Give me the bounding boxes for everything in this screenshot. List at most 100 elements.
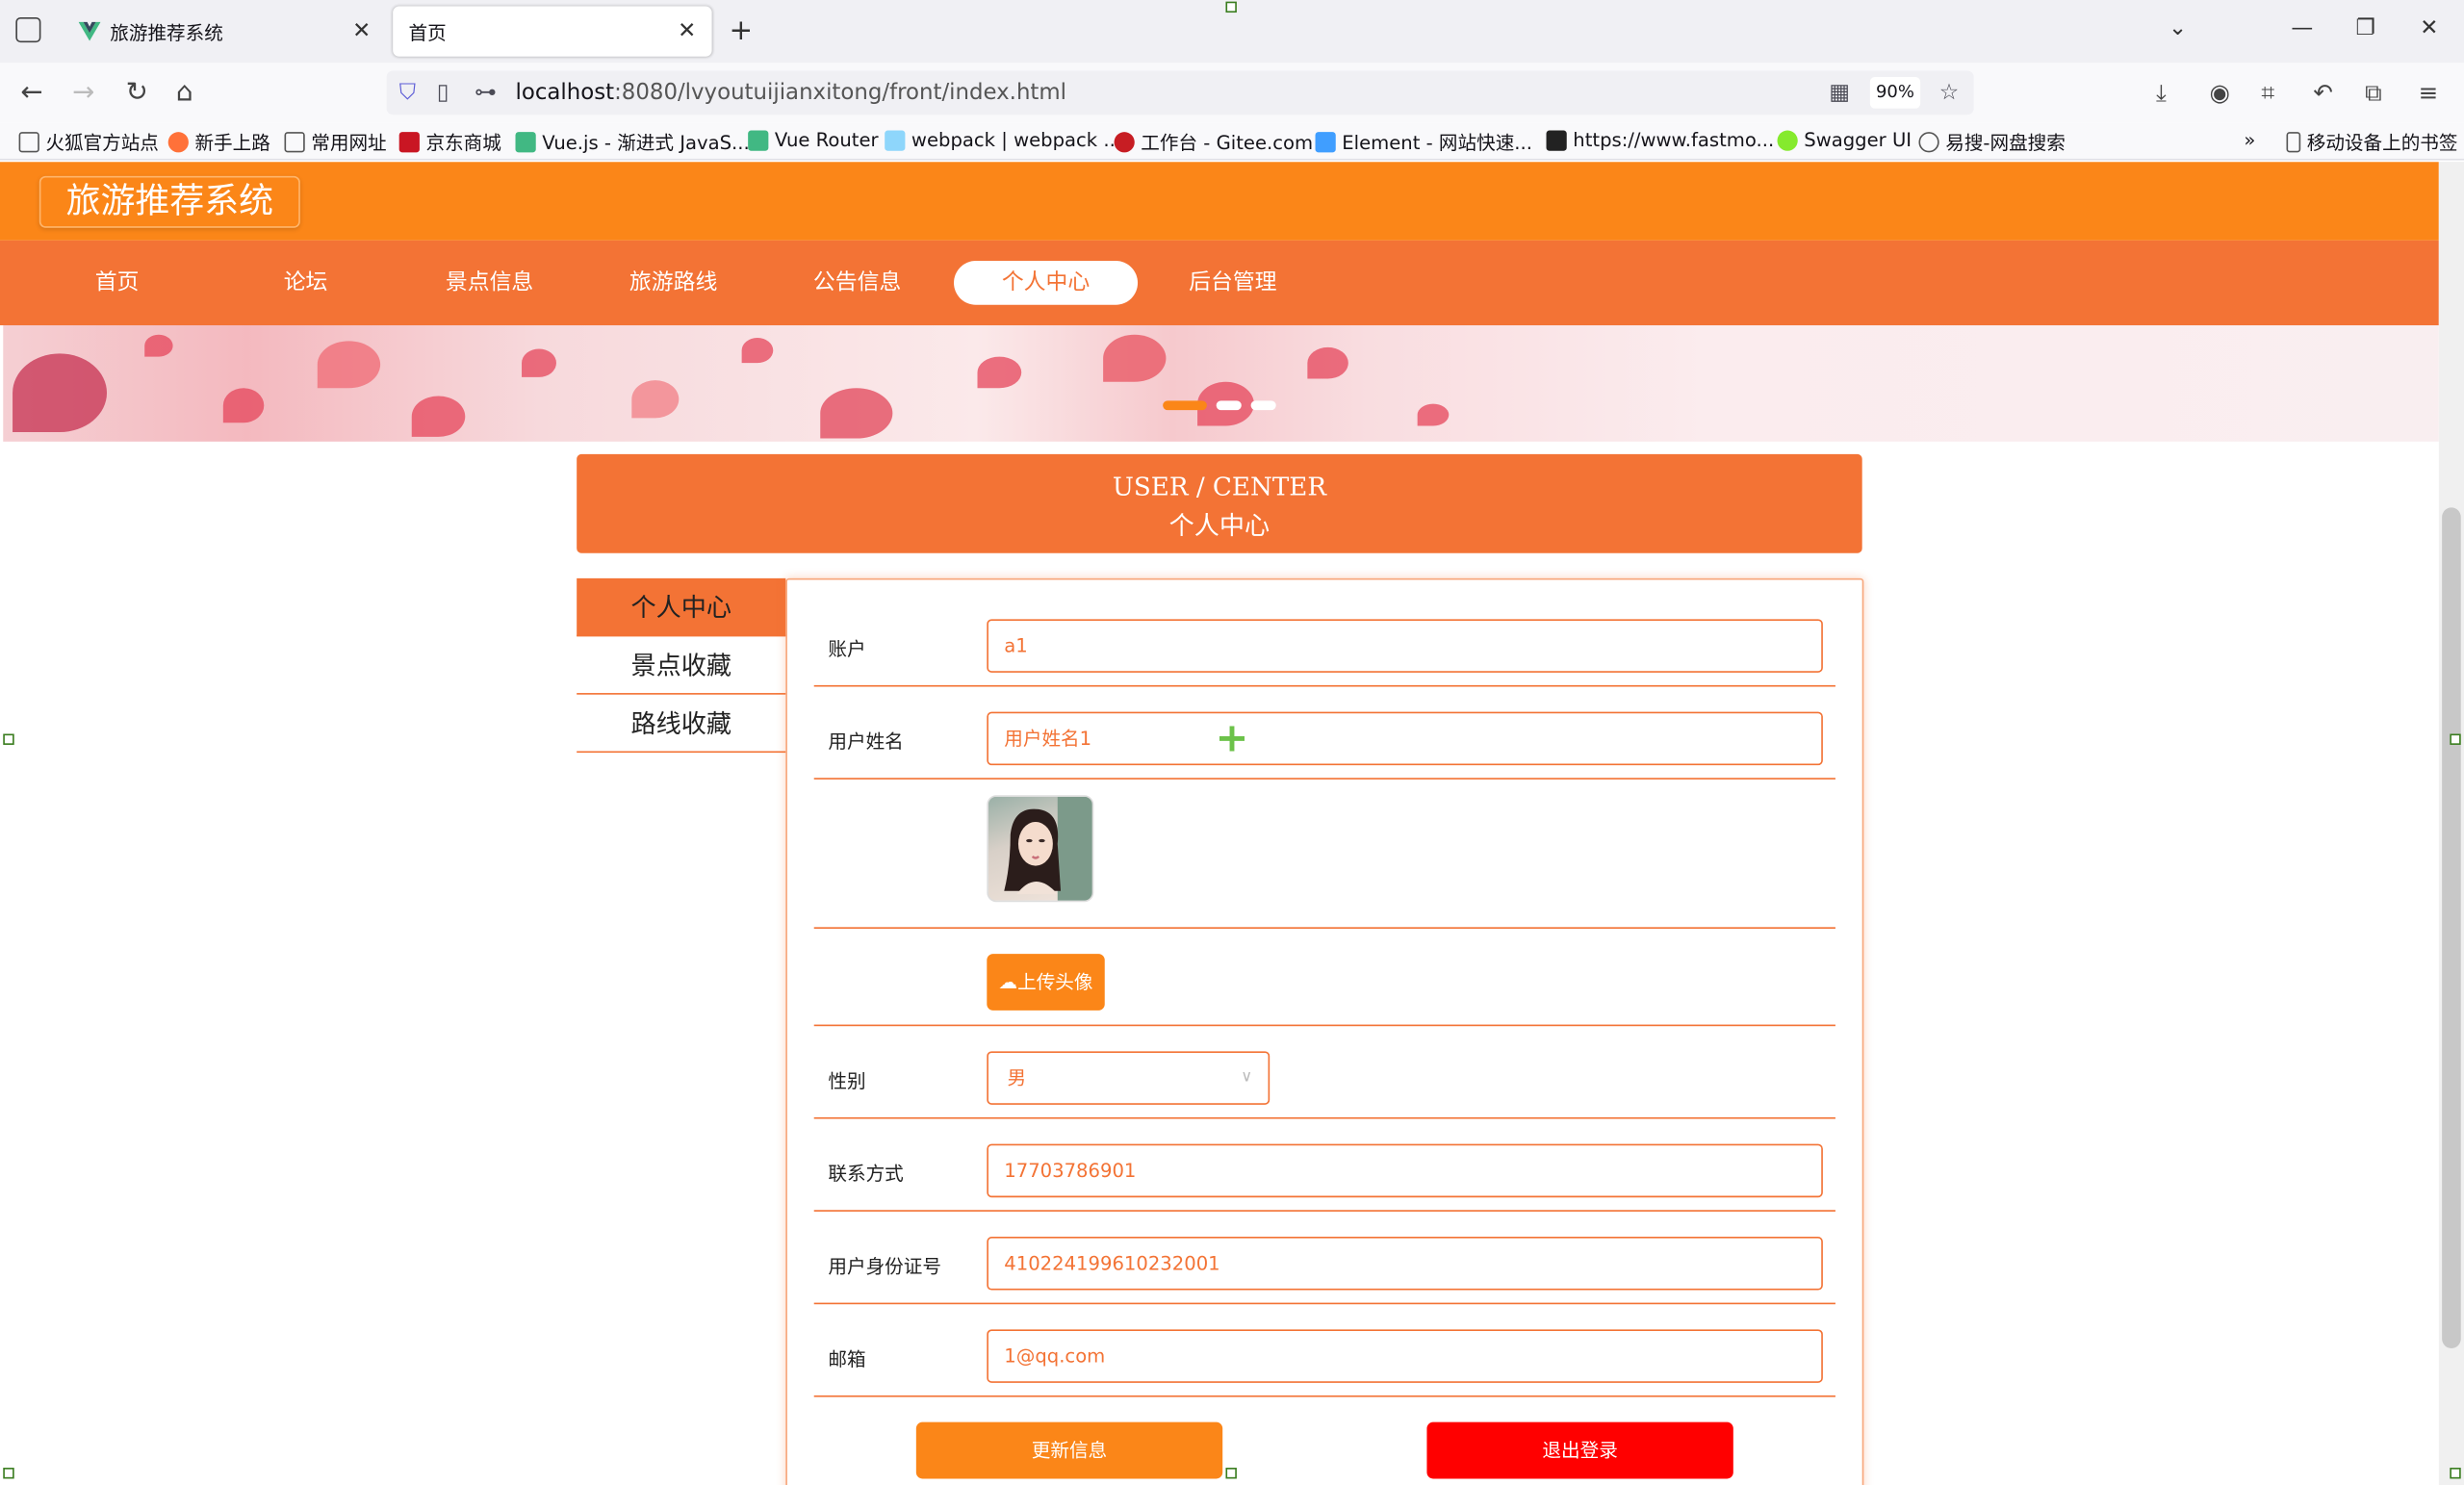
browser-tab-2[interactable]: 首页 ✕: [393, 6, 712, 57]
banner-carousel[interactable]: [3, 324, 2439, 442]
bookmark-item[interactable]: Element - 网站快速...: [1315, 129, 1532, 156]
bookmark-item[interactable]: 京东商城: [398, 129, 501, 156]
gender-value: 男: [1007, 1066, 1027, 1089]
close-tab-icon[interactable]: ✕: [678, 19, 696, 44]
nav-user-center[interactable]: 个人中心: [954, 261, 1139, 305]
tab-title: 首页: [408, 21, 447, 43]
main-nav: 首页 论坛 景点信息 旅游路线 公告信息 个人中心 后台管理: [0, 240, 2439, 325]
form-row-account: 账户 a1: [813, 603, 1835, 687]
qr-code-icon[interactable]: ▦: [1829, 80, 1850, 105]
home-icon[interactable]: ⌂: [176, 77, 193, 109]
petal: [144, 334, 173, 357]
bookmarks-bar: 火狐官方站点 新手上路 常用网址 京东商城 Vue.js - 渐进式 JavaS…: [0, 122, 2464, 161]
selection-handle[interactable]: [2450, 733, 2461, 745]
url-text[interactable]: localhost:8080/lvyoutuijianxitong/front/…: [516, 80, 1067, 105]
upload-avatar-button[interactable]: ☁上传头像: [987, 954, 1105, 1011]
side-item-user-center[interactable]: 个人中心: [577, 577, 786, 637]
account-input[interactable]: a1: [987, 619, 1823, 673]
gitee-icon: [1114, 132, 1135, 153]
close-tab-icon[interactable]: ✕: [352, 19, 371, 44]
nav-forum[interactable]: 论坛: [214, 261, 398, 305]
nav-attractions[interactable]: 景点信息: [398, 261, 581, 305]
nav-admin[interactable]: 后台管理: [1141, 261, 1324, 305]
petal: [1417, 403, 1450, 426]
extensions-icon[interactable]: ⧉: [2365, 79, 2382, 107]
vue-favicon-icon: [78, 20, 101, 42]
webpack-icon: [885, 129, 906, 150]
site-logo[interactable]: 旅游推荐系统: [38, 175, 300, 228]
zoom-level[interactable]: 90%: [1869, 77, 1921, 109]
petal: [522, 348, 556, 377]
carousel-dot[interactable]: [1250, 400, 1276, 411]
url-bar[interactable]: ⛉ ▯ ⊶ localhost:8080/lvyoutuijianxitong/…: [386, 70, 1974, 115]
selection-handle[interactable]: [1225, 1468, 1237, 1479]
globe-icon: [1918, 132, 1939, 153]
selection-handle[interactable]: [3, 733, 14, 745]
bookmark-star-icon[interactable]: ☆: [1939, 80, 1960, 105]
download-icon[interactable]: ⤓: [2156, 79, 2167, 107]
shield-icon[interactable]: ⛉: [399, 80, 416, 105]
bookmark-item[interactable]: 常用网址: [284, 129, 387, 156]
petal: [1103, 334, 1167, 382]
element-icon: [1315, 132, 1336, 153]
petal: [222, 388, 265, 423]
avatar[interactable]: [987, 795, 1094, 903]
account-label: 账户: [828, 637, 866, 660]
bookmark-item[interactable]: 新手上路: [167, 129, 270, 156]
forward-icon[interactable]: →: [72, 77, 94, 109]
undo-icon[interactable]: ↶: [2313, 79, 2333, 107]
nav-announcements[interactable]: 公告信息: [765, 261, 949, 305]
carousel-indicators: [1163, 400, 1276, 411]
mobile-icon: [2286, 132, 2301, 153]
account-icon[interactable]: ◉: [2210, 79, 2230, 107]
minimize-icon[interactable]: —: [2291, 15, 2313, 40]
bookmark-item[interactable]: 工作台 - Gitee.com: [1114, 129, 1313, 156]
tab-list-icon[interactable]: [15, 16, 41, 43]
more-bookmarks-icon[interactable]: »: [2244, 129, 2255, 151]
carousel-dot[interactable]: [1216, 400, 1242, 411]
selection-handle[interactable]: [3, 1468, 14, 1479]
side-item-route-favorites[interactable]: 路线收藏: [577, 695, 786, 754]
carousel-dot[interactable]: [1163, 400, 1207, 411]
folder-icon: [18, 132, 39, 153]
menu-icon[interactable]: ≡: [2419, 79, 2439, 107]
bookmark-item[interactable]: 火狐官方站点: [18, 129, 159, 156]
page-scrollbar[interactable]: [2438, 162, 2464, 1485]
bookmark-item[interactable]: Vue Router: [748, 129, 879, 151]
bookmark-item[interactable]: https://www.fastmo...: [1546, 129, 1774, 151]
bookmark-item[interactable]: Vue.js - 渐进式 JavaS...: [515, 129, 750, 156]
window-close-icon[interactable]: ✕: [2420, 15, 2438, 40]
petal: [1307, 346, 1348, 379]
form-row-gender: 性别 男 ∨: [813, 1026, 1835, 1119]
move-cursor-icon: [1219, 726, 1245, 752]
reload-icon[interactable]: ↻: [126, 77, 148, 109]
bookmark-item[interactable]: Swagger UI: [1777, 129, 1912, 151]
chevron-down-icon[interactable]: ⌄: [2169, 15, 2187, 40]
email-input[interactable]: 1@qq.com: [987, 1329, 1823, 1383]
jd-icon: [398, 132, 420, 153]
nav-home[interactable]: 首页: [25, 261, 209, 305]
logout-button[interactable]: 退出登录: [1426, 1421, 1733, 1479]
page-icon[interactable]: ▯: [437, 80, 449, 105]
bookmark-item[interactable]: 移动设备上的书签: [2286, 129, 2457, 156]
update-info-button[interactable]: 更新信息: [915, 1421, 1223, 1479]
back-icon[interactable]: ←: [20, 77, 42, 109]
bookmark-item[interactable]: webpack | webpack ...: [885, 129, 1121, 151]
bookmark-item[interactable]: 易搜-网盘搜索: [1918, 129, 2066, 156]
gender-select[interactable]: 男 ∨: [987, 1051, 1270, 1105]
side-item-attraction-favorites[interactable]: 景点收藏: [577, 636, 786, 695]
selection-handle[interactable]: [1225, 1, 1237, 13]
page-content: 旅游推荐系统 首页 论坛 景点信息 旅游路线 公告信息 个人中心 后台管理 US…: [0, 162, 2439, 1485]
scrollbar-thumb[interactable]: [2442, 507, 2461, 1348]
permissions-icon[interactable]: ⊶: [475, 80, 497, 105]
screenshot-icon[interactable]: ⌗: [2261, 79, 2274, 107]
form-row-email: 邮箱 1@qq.com: [813, 1304, 1835, 1397]
new-tab-icon[interactable]: +: [730, 14, 754, 47]
username-input[interactable]: 用户姓名1: [987, 711, 1823, 766]
idcard-input[interactable]: 410224199610232001: [987, 1237, 1823, 1291]
selection-handle[interactable]: [2450, 1468, 2461, 1479]
restore-icon[interactable]: ❐: [2355, 15, 2375, 40]
phone-input[interactable]: 17703786901: [987, 1143, 1823, 1198]
nav-routes[interactable]: 旅游路线: [581, 261, 765, 305]
browser-tab-1[interactable]: 旅游推荐系统 ✕: [63, 7, 386, 57]
